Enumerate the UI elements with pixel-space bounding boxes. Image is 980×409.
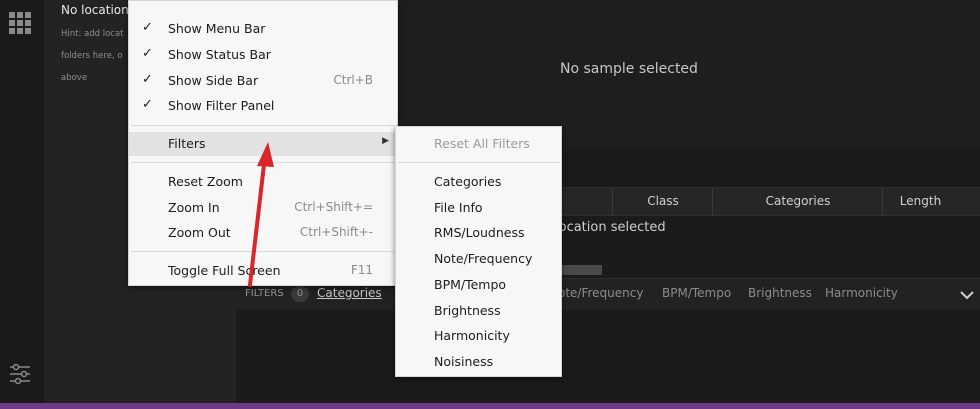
status-bar bbox=[0, 403, 980, 409]
submenu-item-file-info[interactable]: File Info bbox=[434, 200, 483, 215]
submenu-item-harmonicity[interactable]: Harmonicity bbox=[434, 328, 510, 343]
filter-tab-bpm-tempo[interactable]: BPM/Tempo bbox=[662, 286, 731, 300]
annotation-arrow-icon bbox=[248, 142, 274, 287]
grid-icon[interactable] bbox=[9, 12, 31, 34]
submenu-item-rms-loudness[interactable]: RMS/Loudness bbox=[434, 225, 525, 240]
menu-item-shortcut: Ctrl+B bbox=[333, 73, 373, 87]
column-class[interactable]: Class bbox=[612, 188, 713, 215]
checkmark-icon: ✓ bbox=[142, 72, 153, 87]
filter-tab-harmonicity[interactable]: Harmonicity bbox=[825, 286, 898, 300]
menu-item-label: Show Status Bar bbox=[168, 47, 271, 62]
sidebar-hint-line: folders here, o bbox=[61, 51, 123, 61]
menu-item-label: Show Menu Bar bbox=[168, 21, 266, 36]
submenu-item-brightness[interactable]: Brightness bbox=[434, 303, 501, 318]
filter-count-badge: 0 bbox=[291, 286, 309, 302]
no-sample-message: No sample selected bbox=[560, 61, 698, 77]
sidebar-hint-line: above bbox=[61, 73, 88, 83]
menu-item-shortcut: Ctrl+Shift+= bbox=[294, 200, 373, 214]
sliders-icon[interactable] bbox=[8, 362, 32, 386]
checkmark-icon: ✓ bbox=[142, 20, 153, 35]
menu-item-label: Show Side Bar bbox=[168, 73, 259, 88]
menu-item-show-menu-bar[interactable]: ✓ Show Menu Bar bbox=[129, 17, 397, 41]
menu-item-shortcut: Ctrl+Shift+- bbox=[299, 225, 373, 239]
menu-item-label: Show Filter Panel bbox=[168, 98, 275, 113]
checkmark-icon: ✓ bbox=[142, 97, 153, 112]
filters-submenu: Reset All Filters Categories File Info R… bbox=[395, 126, 562, 377]
submenu-item-note-frequency[interactable]: Note/Frequency bbox=[434, 251, 532, 266]
menu-separator bbox=[398, 162, 559, 163]
progress-bar bbox=[560, 265, 602, 275]
filter-tab-brightness[interactable]: Brightness bbox=[748, 286, 812, 300]
menu-item-shortcut: F11 bbox=[350, 263, 373, 277]
menu-item-label: Filters bbox=[168, 136, 206, 151]
menu-item-show-side-bar[interactable]: ✓ Show Side Bar Ctrl+B bbox=[129, 69, 397, 93]
filter-tab-note-frequency[interactable]: Note/Frequency bbox=[549, 286, 643, 300]
column-length[interactable]: Length bbox=[882, 188, 958, 215]
sidebar-title: No locations bbox=[61, 3, 135, 17]
menu-item-label: Zoom In bbox=[168, 200, 220, 215]
submenu-item-reset-all-filters[interactable]: Reset All Filters bbox=[434, 136, 530, 151]
column-categories[interactable]: Categories bbox=[712, 188, 883, 215]
checkmark-icon: ✓ bbox=[142, 46, 153, 61]
submenu-item-categories[interactable]: Categories bbox=[434, 174, 501, 189]
sidebar-hint: Hint: add locat folders here, o above bbox=[61, 23, 131, 89]
filter-tab-categories[interactable]: Categories bbox=[317, 286, 382, 300]
menu-separator bbox=[131, 125, 395, 126]
no-location-message: location selected bbox=[555, 220, 666, 235]
filter-panel-area bbox=[236, 310, 980, 403]
submenu-arrow-icon: ▶ bbox=[382, 136, 389, 146]
chevron-down-icon[interactable] bbox=[958, 286, 976, 304]
submenu-item-bpm-tempo[interactable]: BPM/Tempo bbox=[434, 277, 506, 292]
left-rail bbox=[0, 0, 45, 403]
sidebar-hint-line: Hint: add locat bbox=[61, 29, 124, 39]
menu-item-label: Zoom Out bbox=[168, 225, 231, 240]
submenu-item-noisiness[interactable]: Noisiness bbox=[434, 354, 493, 369]
menu-item-show-status-bar[interactable]: ✓ Show Status Bar bbox=[129, 43, 397, 67]
menu-item-show-filter-panel[interactable]: ✓ Show Filter Panel bbox=[129, 94, 397, 118]
